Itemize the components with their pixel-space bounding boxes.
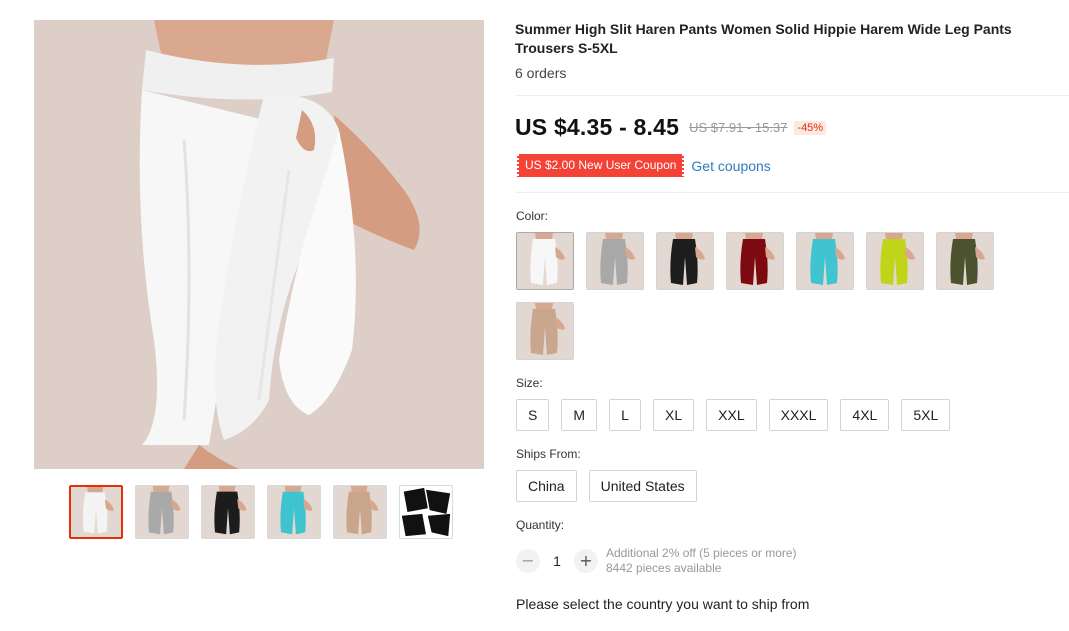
thumbnail-detail[interactable] <box>399 485 453 539</box>
price-row: US $4.35 - 8.45 US $7.91 - 15.37 -45% <box>515 114 827 141</box>
ships-from-options: China United States <box>516 470 697 502</box>
thumbnail-image <box>202 486 254 538</box>
quantity-decrease-button[interactable]: − <box>516 549 540 573</box>
pieces-available-note: 8442 pieces available <box>606 561 722 575</box>
ships-from-united-states[interactable]: United States <box>588 470 697 502</box>
size-label: Size: <box>516 376 543 390</box>
thumbnail-khaki[interactable] <box>333 485 387 539</box>
current-price: US $4.35 - 8.45 <box>515 114 680 140</box>
swatch-image <box>517 233 573 289</box>
orders-count: 6 orders <box>515 65 567 81</box>
get-coupons-link[interactable]: Get coupons <box>691 158 770 174</box>
size-option-4xl[interactable]: 4XL <box>840 399 890 431</box>
swatch-image <box>657 233 713 289</box>
color-swatch-black[interactable] <box>656 232 714 290</box>
bulk-discount-note: Additional 2% off (5 pieces or more) <box>606 546 797 560</box>
color-swatch-white[interactable] <box>516 232 574 290</box>
thumbnail-gray[interactable] <box>135 485 189 539</box>
swatch-image <box>587 233 643 289</box>
swatch-image <box>517 303 573 359</box>
color-swatch-olive[interactable] <box>936 232 994 290</box>
main-product-image[interactable] <box>34 20 484 469</box>
size-option-xxl[interactable]: XXL <box>706 399 757 431</box>
color-swatch-burgundy[interactable] <box>726 232 784 290</box>
pants-photo <box>34 20 484 469</box>
divider <box>515 192 1069 193</box>
swatch-image <box>797 233 853 289</box>
size-options: S M L XL XXL XXXL 4XL 5XL <box>516 399 951 431</box>
size-option-s[interactable]: S <box>516 399 550 431</box>
ship-country-note: Please select the country you want to sh… <box>516 596 810 612</box>
size-option-xl[interactable]: XL <box>653 399 695 431</box>
quantity-input[interactable] <box>540 549 574 573</box>
original-price: US $7.91 - 15.37 <box>689 120 788 135</box>
discount-badge: -45% <box>794 120 827 135</box>
size-option-xxxl[interactable]: XXXL <box>768 399 829 431</box>
thumbnail-turquoise[interactable] <box>267 485 321 539</box>
color-label: Color: <box>516 209 549 223</box>
color-swatch-lime[interactable] <box>866 232 924 290</box>
thumbnail-image <box>71 487 121 537</box>
coupon-row: US $2.00 New User Coupon Get coupons <box>514 154 771 177</box>
color-swatch-gray[interactable] <box>586 232 644 290</box>
product-title: Summer High Slit Haren Pants Women Solid… <box>515 21 1012 56</box>
color-swatch-turquoise[interactable] <box>796 232 854 290</box>
quantity-stepper: − + Additional 2% off (5 pieces or more)… <box>516 546 797 576</box>
thumbnail-white[interactable] <box>69 485 123 539</box>
thumbnail-strip <box>69 485 453 539</box>
quantity-note: Additional 2% off (5 pieces or more) 844… <box>606 546 797 576</box>
swatch-image <box>937 233 993 289</box>
color-swatches <box>516 232 996 360</box>
thumbnail-black[interactable] <box>201 485 255 539</box>
color-swatch-khaki[interactable] <box>516 302 574 360</box>
size-option-5xl[interactable]: 5XL <box>901 399 951 431</box>
size-option-l[interactable]: L <box>609 399 642 431</box>
swatch-image <box>867 233 923 289</box>
thumbnail-image <box>334 486 386 538</box>
ships-from-label: Ships From: <box>516 447 581 461</box>
thumbnail-image <box>400 486 452 538</box>
quantity-increase-button[interactable]: + <box>574 549 598 573</box>
thumbnail-image <box>268 486 320 538</box>
swatch-image <box>727 233 783 289</box>
divider <box>515 95 1069 96</box>
new-user-coupon-badge[interactable]: US $2.00 New User Coupon <box>514 154 687 177</box>
ships-from-china[interactable]: China <box>516 470 577 502</box>
quantity-label: Quantity: <box>516 518 565 532</box>
product-info: Summer High Slit Haren Pants Women Solid… <box>515 20 1069 81</box>
size-option-m[interactable]: M <box>561 399 598 431</box>
thumbnail-image <box>136 486 188 538</box>
